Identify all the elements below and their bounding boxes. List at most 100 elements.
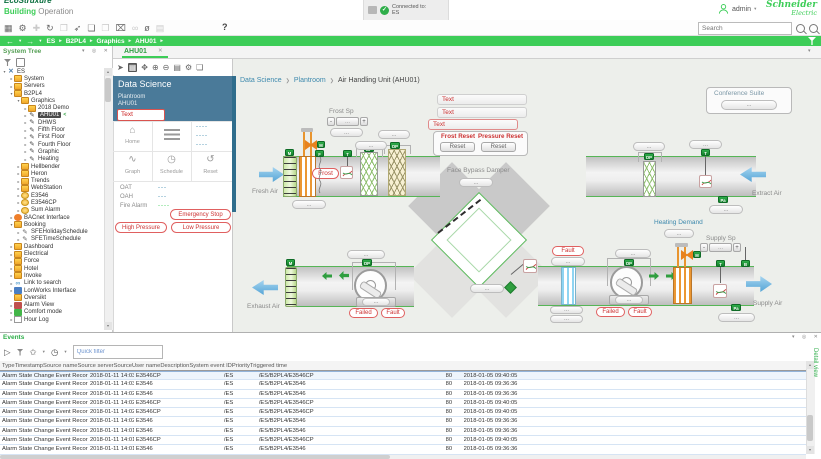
tree-item-label[interactable]: Heron [31,171,47,177]
trend-chart-icon[interactable] [699,175,712,188]
graphic-tool-icon[interactable]: ➤ [117,63,124,72]
favorites-icon[interactable]: ✩ [30,347,37,358]
events-table-header[interactable]: TypeTimestampSource nameSource serverSou… [0,361,806,371]
tree-item-label[interactable]: Force [24,258,39,264]
tree-item[interactable]: ▸ Hotel [0,265,104,273]
tree-item[interactable]: ▸ Dashboard [0,243,104,251]
tree-item[interactable]: ▸ DHWS [0,119,104,126]
graph-label[interactable]: Graph [113,169,152,175]
toolbar-icon[interactable]: ❐ [101,21,109,35]
tree-item-label[interactable]: Heating [38,156,59,162]
tree-item-label[interactable]: Alarm View [24,302,54,308]
crumb-es[interactable]: ES [47,38,56,45]
tree-panel-controls[interactable]: ▾ ◎ ✕ [82,48,111,54]
toolbar-icon[interactable]: ▦ [4,21,13,35]
tree-item-label[interactable]: E3546CP [31,200,57,206]
tree-item-label[interactable]: 2018 Demo [38,105,69,111]
graphic-tool-icon[interactable]: ▤ [173,63,181,72]
low-pressure-button[interactable]: Low Pressure [171,222,231,233]
home-label[interactable]: Home [113,139,152,145]
tree-item[interactable]: ▸ Hour Log [0,316,104,324]
column-header[interactable]: Priority [232,361,250,371]
tree-item[interactable]: ▸ Electrical [0,250,104,258]
graph-icon[interactable]: ∿ [113,154,152,165]
tree-item[interactable]: ▸ SFEHolidaySchedule [0,229,104,236]
favorites-caret-icon[interactable]: ▾ [43,349,45,355]
events-hscroll-thumb[interactable] [0,455,390,459]
tree-item-label[interactable]: ES [17,69,25,75]
trend-chart-icon[interactable] [340,166,353,179]
tree-item[interactable]: ▸ Fourth Floor [0,141,104,148]
panel-value-2[interactable]: ---- [196,133,208,139]
value-box[interactable]: ... [292,200,326,209]
tree-item-label[interactable]: Oversikt [24,295,46,301]
events-scroll-down-icon[interactable]: ▾ [806,446,814,454]
time-filter-icon[interactable]: ◷ [51,347,58,358]
tree-item-label[interactable]: LonWorks Interface [24,288,76,294]
fan-failed-label[interactable]: Failed [349,308,378,318]
tree-item[interactable]: ▸ LonWorks Interface [0,287,104,295]
graphic-tool-icon[interactable]: ⊕ [152,63,159,72]
forward-button[interactable]: → [26,37,34,46]
column-header[interactable]: Type [2,361,15,371]
tree-item[interactable]: ▸ SFETimeSchedule [0,236,104,243]
tree-item[interactable]: ▸ Hellbender [0,163,104,170]
tree-scroll-up-icon[interactable]: ▴ [104,68,112,76]
column-header[interactable]: Triggered time [250,361,287,371]
toolbar-icon[interactable]: ✚ [33,21,41,35]
graphic-tool-icon[interactable]: ⚙ [185,63,192,72]
crumb-plantroom[interactable]: Plantroom [294,77,326,84]
advanced-search-icon[interactable] [809,24,818,33]
reset-label[interactable]: Reset [191,169,230,175]
crumb-b2pl4[interactable]: B2PL4 [66,38,86,45]
toolbar-icon[interactable]: ❏ [87,21,95,35]
tree-item-label[interactable]: Sum Alarm [31,207,60,213]
tree-item[interactable]: ▾ B2PL4 [0,90,104,98]
column-header[interactable]: System event ID [189,361,232,371]
cooling-fault-label[interactable]: Fault [552,246,584,256]
toolbar-icon[interactable]: ∞ [132,21,138,35]
tree-scroll-down-icon[interactable]: ▾ [104,322,112,330]
tree-item-label[interactable]: Graphics [31,98,55,104]
column-header[interactable]: Source server [78,361,114,371]
quick-filter-input[interactable] [72,345,163,359]
supply-sp-increment[interactable]: + [733,243,741,252]
events-filter-icon[interactable] [16,348,24,356]
toolbar-icon[interactable]: ➶ [74,21,82,35]
tree-item[interactable]: ▸ Sum Alarm [0,206,104,214]
tree-item-label[interactable]: Hotel [24,266,38,272]
emergency-stop-button[interactable]: Emergency Stop [170,209,231,220]
value-box[interactable]: ... [378,130,410,139]
play-icon[interactable]: ▷ [4,347,11,358]
frost-reset-button[interactable]: Reset [440,142,475,152]
event-row[interactable]: Alarm State Change Event Record 2018-01-… [0,445,806,455]
menu-icon[interactable] [164,129,180,140]
tree-item[interactable]: ▾ Booking [0,221,104,229]
tree-item-label[interactable]: System [24,76,44,82]
tree-item[interactable]: ▸ Trends [0,177,104,185]
column-header[interactable]: User name [132,361,160,371]
fan-value-box[interactable]: ... [615,296,643,304]
fan-failed-label[interactable]: Failed [596,307,625,317]
tree-item-label[interactable]: First Floor [38,134,65,140]
toolbar-icon[interactable]: ø [144,21,150,35]
value-box[interactable]: ... [633,142,665,151]
conference-suite-value[interactable]: ... [721,100,777,110]
tree-item[interactable]: ▸ First Floor [0,134,104,141]
tree-item[interactable]: Oversikt [0,294,104,302]
tree-item[interactable]: ▸ Heron [0,170,104,178]
toolbar-icon[interactable]: ↻ [46,21,54,35]
events-scroll-thumb[interactable] [807,415,813,441]
toolbar-icon[interactable]: ❐ [60,21,68,35]
frost-sp-value[interactable]: ... [336,117,359,126]
value-box[interactable]: ... [330,128,363,137]
frost-sp-decrement[interactable]: - [327,117,335,126]
trend-chart-icon[interactable] [713,284,727,298]
tree-item-label[interactable]: SFEHolidaySchedule [31,229,88,235]
tree-filter-icon[interactable] [4,59,11,66]
column-header[interactable]: Source [114,361,132,371]
tree-item-label[interactable]: SFETimeSchedule [31,236,81,242]
tree-item-label[interactable]: Hour Log [24,317,49,323]
value-box[interactable]: ... [347,250,385,259]
tree-item[interactable]: ▸ E3546 [0,192,104,200]
